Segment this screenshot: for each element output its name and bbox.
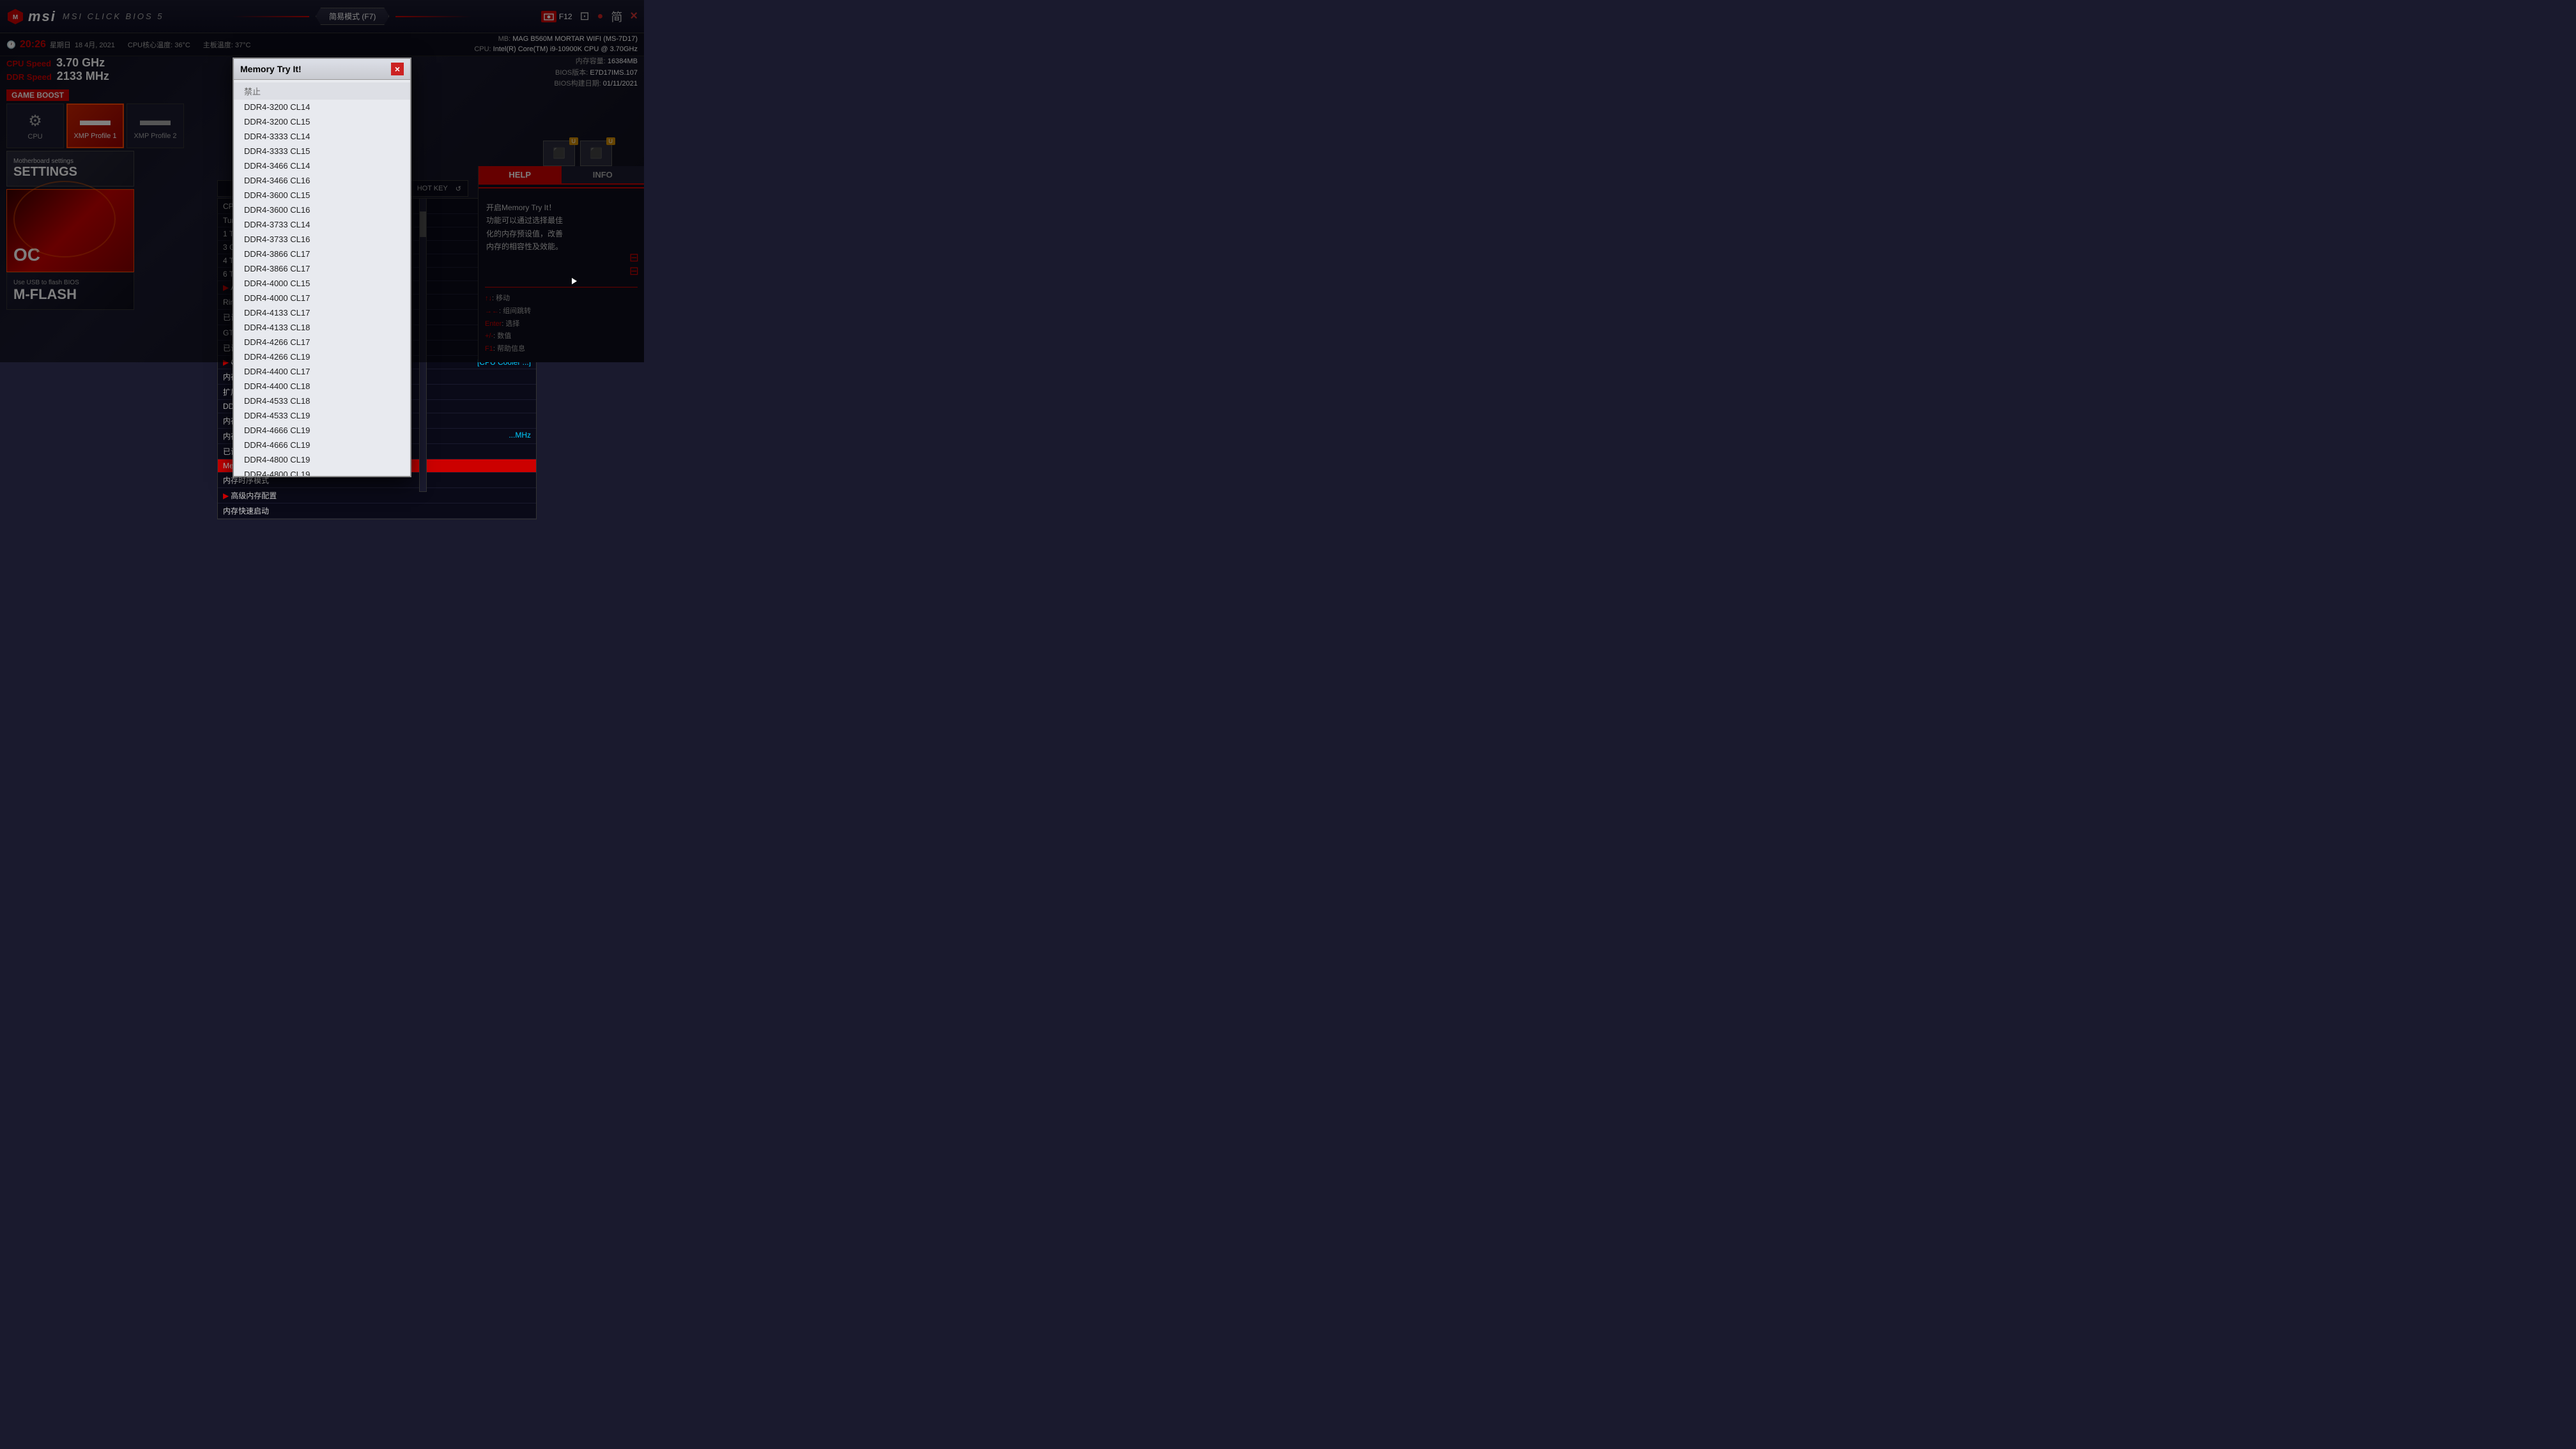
modal-list-item-5[interactable]: DDR4-3466 CL14 <box>234 158 410 173</box>
modal-list-item-0[interactable]: 禁止 <box>234 82 410 100</box>
oc-item-21[interactable]: 内存快速启动 <box>218 503 536 519</box>
modal-list-item-15[interactable]: DDR4-4133 CL17 <box>234 305 410 320</box>
modal-list-item-4[interactable]: DDR4-3333 CL15 <box>234 144 410 158</box>
modal-list-item-14[interactable]: DDR4-4000 CL17 <box>234 291 410 305</box>
modal-list-item-26[interactable]: DDR4-4800 CL19 <box>234 467 410 476</box>
modal-list-item-16[interactable]: DDR4-4133 CL18 <box>234 320 410 335</box>
oc-item-val-16: ...MHz <box>509 431 531 441</box>
modal-list-item-12[interactable]: DDR4-3866 CL17 <box>234 261 410 276</box>
modal-titlebar: Memory Try It! × <box>234 59 410 80</box>
modal-list-item-19[interactable]: DDR4-4400 CL17 <box>234 364 410 379</box>
modal-list-item-18[interactable]: DDR4-4266 CL19 <box>234 349 410 364</box>
modal-list-item-22[interactable]: DDR4-4533 CL19 <box>234 408 410 423</box>
modal-list-item-25[interactable]: DDR4-4800 CL19 <box>234 452 410 467</box>
modal-list-item-13[interactable]: DDR4-4000 CL15 <box>234 276 410 291</box>
modal-list-item-21[interactable]: DDR4-4533 CL18 <box>234 394 410 408</box>
oc-item-label-21: 内存快速启动 <box>223 505 269 516</box>
modal-list-item-8[interactable]: DDR4-3600 CL16 <box>234 203 410 217</box>
modal-list-item-17[interactable]: DDR4-4266 CL17 <box>234 335 410 349</box>
modal-list-item-7[interactable]: DDR4-3600 CL15 <box>234 188 410 203</box>
modal-list-item-6[interactable]: DDR4-3466 CL16 <box>234 173 410 188</box>
memory-try-it-modal: Memory Try It! × 禁止DDR4-3200 CL14DDR4-32… <box>233 57 411 477</box>
oc-item-20[interactable]: ▶高级内存配置 <box>218 488 536 503</box>
modal-list-item-9[interactable]: DDR4-3733 CL14 <box>234 217 410 232</box>
modal-list-item-11[interactable]: DDR4-3866 CL17 <box>234 247 410 261</box>
modal-list-item-24[interactable]: DDR4-4666 CL19 <box>234 438 410 452</box>
modal-list-item-23[interactable]: DDR4-4666 CL19 <box>234 423 410 438</box>
modal-list-item-1[interactable]: DDR4-3200 CL14 <box>234 100 410 114</box>
modal-close-button[interactable]: × <box>391 63 404 75</box>
oc-item-label-20: ▶高级内存配置 <box>223 490 277 501</box>
modal-list-item-3[interactable]: DDR4-3333 CL14 <box>234 129 410 144</box>
modal-title: Memory Try It! <box>240 64 302 74</box>
modal-list-item-10[interactable]: DDR4-3733 CL16 <box>234 232 410 247</box>
modal-list-item-2[interactable]: DDR4-3200 CL15 <box>234 114 410 129</box>
modal-item-list[interactable]: 禁止DDR4-3200 CL14DDR4-3200 CL15DDR4-3333 … <box>234 80 410 476</box>
modal-list-item-20[interactable]: DDR4-4400 CL18 <box>234 379 410 394</box>
